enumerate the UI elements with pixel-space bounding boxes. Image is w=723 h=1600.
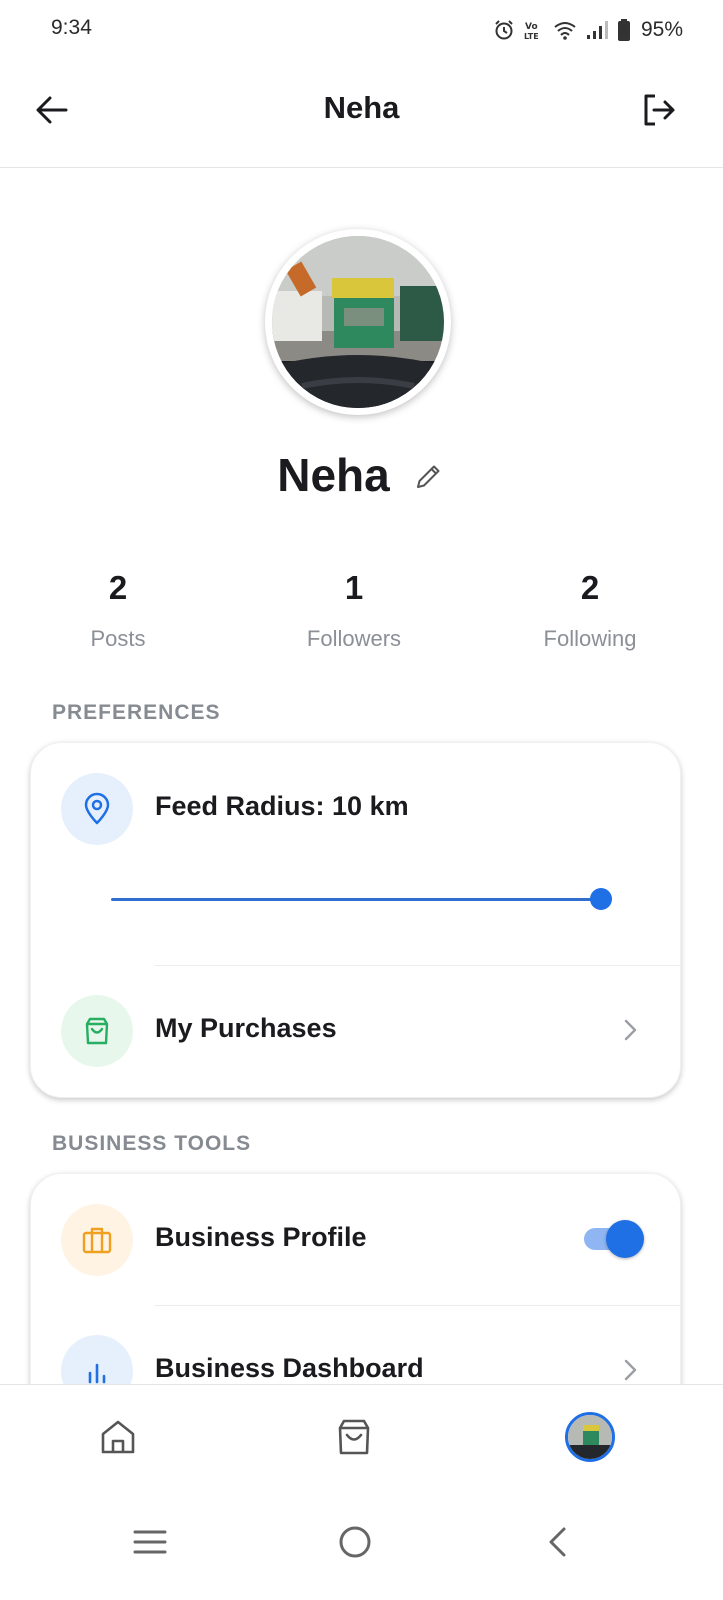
edit-name-button[interactable]	[412, 459, 446, 493]
preferences-header: PREFERENCES	[52, 701, 221, 724]
profile-avatar[interactable]	[265, 229, 451, 415]
location-icon-circle	[61, 773, 133, 845]
business-tools-header: BUSINESS TOOLS	[52, 1132, 252, 1155]
alarm-icon	[495, 20, 513, 40]
circle-home-icon	[339, 1526, 371, 1558]
volte-icon: Vo LTE	[524, 22, 539, 41]
business-profile-toggle[interactable]	[584, 1220, 644, 1258]
slider-thumb[interactable]	[590, 888, 612, 910]
stat-value: 1	[344, 569, 364, 606]
chevron-right-icon	[624, 1019, 637, 1041]
nav-profile[interactable]	[564, 1411, 616, 1463]
business-dashboard-label: Business Dashboard	[155, 1353, 424, 1383]
home-button[interactable]	[325, 1512, 385, 1572]
avatar-photo	[272, 236, 444, 408]
my-purchases-row[interactable]: My Purchases	[31, 965, 680, 1095]
system-navigation-bar	[0, 1492, 723, 1600]
my-purchases-label: My Purchases	[155, 1013, 337, 1043]
nav-avatar	[565, 1412, 615, 1462]
location-pin-icon	[84, 792, 110, 825]
svg-text:Vo: Vo	[525, 22, 538, 32]
system-back-button[interactable]	[528, 1512, 588, 1572]
stat-followers[interactable]: 1 Followers	[254, 566, 454, 652]
logout-button[interactable]	[635, 86, 683, 134]
bottom-navigation	[0, 1384, 723, 1492]
battery-icon	[617, 19, 630, 41]
feed-radius-slider[interactable]	[111, 898, 601, 901]
home-icon	[101, 1420, 135, 1454]
profile-name-row: Neha	[0, 448, 723, 502]
stat-value: 2	[580, 569, 600, 606]
status-bar: 9:34 Vo LTE 95%	[0, 0, 723, 60]
chevron-right-icon	[624, 1359, 637, 1381]
menu-icon	[133, 1530, 167, 1554]
briefcase-icon	[82, 1227, 112, 1254]
logout-icon	[644, 94, 675, 126]
nav-shop[interactable]	[328, 1411, 380, 1463]
wifi-icon	[554, 22, 576, 40]
stat-label: Following	[543, 626, 637, 651]
shopping-bag-icon	[338, 1419, 370, 1455]
signal-icon	[586, 21, 608, 39]
battery-percent: 95%	[640, 18, 683, 41]
chevron-left-icon	[549, 1527, 566, 1557]
stat-posts[interactable]: 2 Posts	[18, 566, 218, 652]
nav-home[interactable]	[92, 1411, 144, 1463]
feed-radius-row: Feed Radius: 10 km	[31, 743, 680, 965]
business-profile-row: Business Profile	[31, 1174, 680, 1304]
toggle-knob	[606, 1220, 644, 1258]
stat-following[interactable]: 2 Following	[490, 566, 690, 652]
business-icon-circle	[61, 1204, 133, 1276]
svg-text:LTE: LTE	[524, 32, 539, 41]
app-bar: Neha	[0, 60, 723, 168]
stat-value: 2	[108, 569, 128, 606]
status-icons: Vo LTE 95%	[493, 16, 683, 44]
profile-name: Neha	[277, 449, 390, 501]
stat-label: Followers	[306, 626, 402, 651]
stat-label: Posts	[90, 626, 146, 651]
bar-chart-icon	[88, 1363, 106, 1384]
business-profile-label: Business Profile	[155, 1222, 367, 1252]
page-title: Neha	[323, 90, 400, 125]
recent-apps-button[interactable]	[120, 1512, 180, 1572]
status-time: 9:34	[51, 16, 92, 39]
feed-radius-label: Feed Radius: 10 km	[155, 791, 409, 821]
purchases-icon-circle	[61, 995, 133, 1067]
pencil-icon	[416, 465, 440, 488]
shopping-bag-icon	[85, 1017, 109, 1045]
preferences-card: Feed Radius: 10 km My Purchases	[30, 742, 681, 1098]
